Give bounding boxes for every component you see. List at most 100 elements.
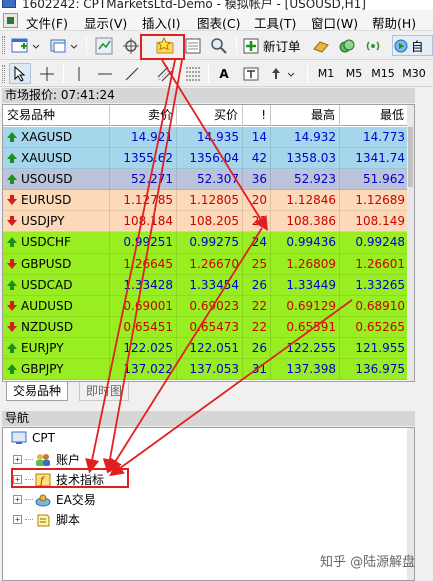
new-order-icon (243, 38, 259, 53)
table-row[interactable]: USDJPY 108.184 108.205 21 108.386 108.149 (3, 211, 409, 233)
signals-button[interactable] (362, 35, 384, 56)
text-label-button[interactable] (240, 63, 262, 84)
column-ask[interactable]: 买价 (177, 105, 243, 126)
tree-item-accounts[interactable]: + 账户 (13, 451, 80, 468)
expand-icon[interactable]: + (13, 515, 22, 524)
crosshair-tool-button[interactable] (36, 63, 58, 84)
toolbar-grip[interactable] (2, 36, 5, 54)
horizontal-line-button[interactable] (94, 63, 116, 84)
menu-file[interactable]: 文件(F) (26, 13, 68, 32)
high-cell: 1358.03 (271, 148, 340, 170)
terminal-button[interactable] (336, 35, 358, 56)
toolbar-separator (307, 65, 308, 83)
price-up-arrow-icon (7, 364, 17, 375)
timeframe-m15-button[interactable]: M15 (369, 63, 397, 84)
column-bid[interactable]: 卖价 (110, 105, 177, 126)
symbol-label: AUDUSD (21, 298, 73, 313)
symbol-name: EURJPY (7, 338, 64, 358)
navigator-title[interactable]: 导航 (2, 411, 415, 426)
table-row[interactable]: XAGUSD 14.921 14.935 14 14.932 14.773 (3, 127, 409, 149)
toolbar-grip[interactable] (2, 65, 5, 83)
timeframe-m1-button[interactable]: M1 (314, 63, 338, 84)
auto-trading-button[interactable]: 自 (392, 35, 433, 56)
cursor-arrow-icon (14, 65, 26, 82)
text-tool-button[interactable]: A (214, 63, 234, 84)
market-watch-title[interactable]: 市场报价: 07:41:24 (2, 88, 415, 103)
menu-insert[interactable]: 插入(I) (142, 13, 180, 32)
mt4-logo-icon[interactable] (3, 13, 18, 28)
tree-item-expert-advisors[interactable]: + EA交易 (13, 491, 96, 508)
price-up-arrow-icon (7, 132, 17, 142)
spread-cell: 31 (243, 359, 271, 381)
symbol-cell: GBPJPY (3, 359, 110, 381)
market-watch-scrollbar[interactable] (407, 105, 414, 381)
scrollbar-thumb[interactable] (408, 127, 413, 187)
strategy-tester-button[interactable] (208, 35, 230, 56)
price-down-arrow-icon (7, 216, 17, 227)
menu-help[interactable]: 帮助(H) (372, 13, 416, 32)
low-cell: 1.33265 (340, 274, 409, 296)
table-row[interactable]: EURUSD 1.12785 1.12805 20 1.12846 1.12689 (3, 190, 409, 212)
high-cell: 1.12846 (271, 190, 340, 212)
spread-cell: 26 (243, 274, 271, 296)
menu-tools[interactable]: 工具(T) (254, 13, 296, 32)
channel-button[interactable] (154, 63, 176, 84)
fibonacci-button[interactable] (182, 63, 204, 84)
column-low[interactable]: 最低 (340, 105, 409, 126)
ask-cell: 1356.04 (177, 148, 243, 170)
new-order-label: 新订单 (263, 39, 301, 54)
expand-icon[interactable]: + (13, 455, 22, 464)
symbol-cell: XAUUSD (3, 148, 110, 170)
meta-editor-button[interactable] (310, 35, 332, 56)
menu-view[interactable]: 显示(V) (84, 13, 127, 32)
crosshair-button[interactable] (120, 35, 142, 56)
symbol-name: EURUSD (7, 190, 71, 210)
tab-tick-chart[interactable]: 即时图 (79, 382, 130, 401)
table-row[interactable]: USDCHF 0.99251 0.99275 24 0.99436 0.99248 (3, 232, 409, 254)
symbol-label: XAUUSD (21, 151, 72, 166)
cursor-button[interactable] (9, 63, 31, 84)
vertical-line-button[interactable] (69, 63, 89, 84)
column-symbol[interactable]: 交易品种 (3, 105, 110, 126)
table-row[interactable]: USOUSD 52.271 52.307 36 52.923 51.962 (3, 169, 409, 191)
tab-symbols[interactable]: 交易品种 (6, 382, 69, 401)
column-spread[interactable]: ! (243, 105, 271, 126)
data-window-button[interactable] (182, 35, 204, 56)
symbol-name: USDJPY (7, 211, 64, 231)
market-watch-tabs: 交易品种 即时图 (2, 382, 415, 402)
profiles-button[interactable] (47, 35, 81, 56)
table-row[interactable]: AUDUSD 0.69001 0.69023 22 0.69129 0.68910 (3, 295, 409, 317)
low-cell: 121.955 (340, 337, 409, 359)
market-watch-button[interactable] (93, 35, 115, 56)
expand-icon[interactable]: + (13, 495, 22, 504)
table-row[interactable]: XAUUSD 1355.62 1356.04 42 1358.03 1341.74 (3, 148, 409, 170)
table-row[interactable]: GBPJPY 137.022 137.053 31 137.398 136.975 (3, 359, 409, 381)
table-row[interactable]: NZDUSD 0.65451 0.65473 22 0.65591 0.65265 (3, 316, 409, 338)
new-order-button[interactable]: 新订单 (242, 35, 304, 56)
tree-item-scripts[interactable]: + 脚本 (13, 511, 80, 528)
arrows-button[interactable] (267, 63, 301, 84)
magnifier-icon (211, 37, 227, 54)
timeframe-m30-button[interactable]: M30 (400, 63, 428, 84)
bid-cell: 1.26645 (110, 253, 177, 275)
column-high[interactable]: 最高 (271, 105, 340, 126)
tree-root[interactable]: CPT (11, 431, 55, 445)
bid-cell: 52.271 (110, 169, 177, 191)
toolbar-separator (86, 36, 87, 54)
trendline-button[interactable] (121, 63, 143, 84)
new-chart-button[interactable] (9, 35, 43, 56)
price-up-arrow-icon (7, 279, 17, 290)
spread-cell: 14 (243, 127, 271, 148)
accounts-icon (36, 453, 50, 466)
line-studies-toolbar: A M1 M5 M15 M30 (0, 61, 433, 87)
table-row[interactable]: GBPUSD 1.26645 1.26670 25 1.26809 1.26601 (3, 253, 409, 275)
vertical-line-icon (78, 66, 80, 81)
menu-window[interactable]: 窗口(W) (311, 13, 358, 32)
text-a-icon: A (219, 66, 229, 81)
table-row[interactable]: EURJPY 122.025 122.051 26 122.255 121.955 (3, 337, 409, 360)
bid-cell: 122.025 (110, 337, 177, 359)
timeframe-m5-button[interactable]: M5 (342, 63, 366, 84)
symbol-cell: GBPUSD (3, 253, 110, 275)
table-row[interactable]: USDCAD 1.33428 1.33454 26 1.33449 1.33265 (3, 274, 409, 296)
menu-charts[interactable]: 图表(C) (197, 13, 240, 32)
